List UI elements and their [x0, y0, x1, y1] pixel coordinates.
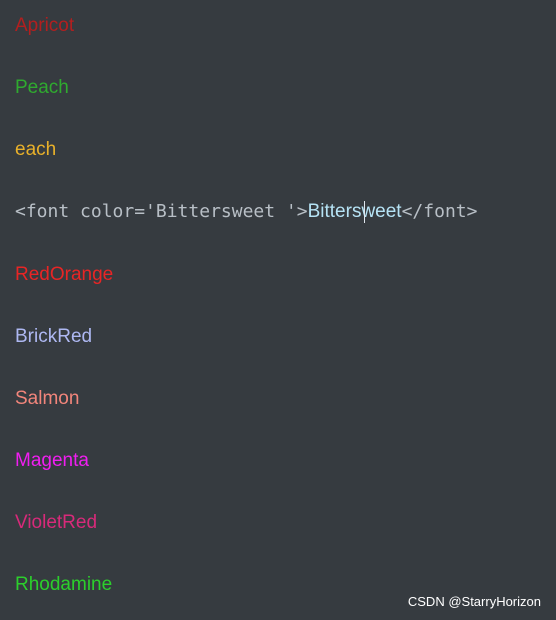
color-line-salmon: Salmon	[15, 388, 80, 409]
rendered-bittersweet: Bittersweet	[308, 200, 402, 224]
color-line-violetred: VioletRed	[15, 512, 98, 533]
color-line-redorange: RedOrange	[15, 264, 114, 285]
text-cursor	[363, 201, 365, 223]
color-line-each: each	[15, 139, 57, 160]
close-tag-source: </font>	[401, 201, 478, 222]
watermark: CSDN @StarryHorizon	[407, 594, 541, 609]
color-line-rhodamine: Rhodamine	[15, 574, 113, 595]
color-line-apricot: Apricot	[15, 15, 75, 36]
color-line-magenta: Magenta	[15, 450, 89, 471]
editing-code-line[interactable]: <font color='Bittersweet '> Bittersweet …	[15, 200, 477, 224]
color-line-peach: Peach	[15, 77, 69, 98]
rendered-bittersweet-text: Bittersweet	[307, 201, 402, 222]
color-line-brickred: BrickRed	[15, 326, 93, 347]
open-tag-source: <font color='Bittersweet '>	[15, 201, 308, 222]
